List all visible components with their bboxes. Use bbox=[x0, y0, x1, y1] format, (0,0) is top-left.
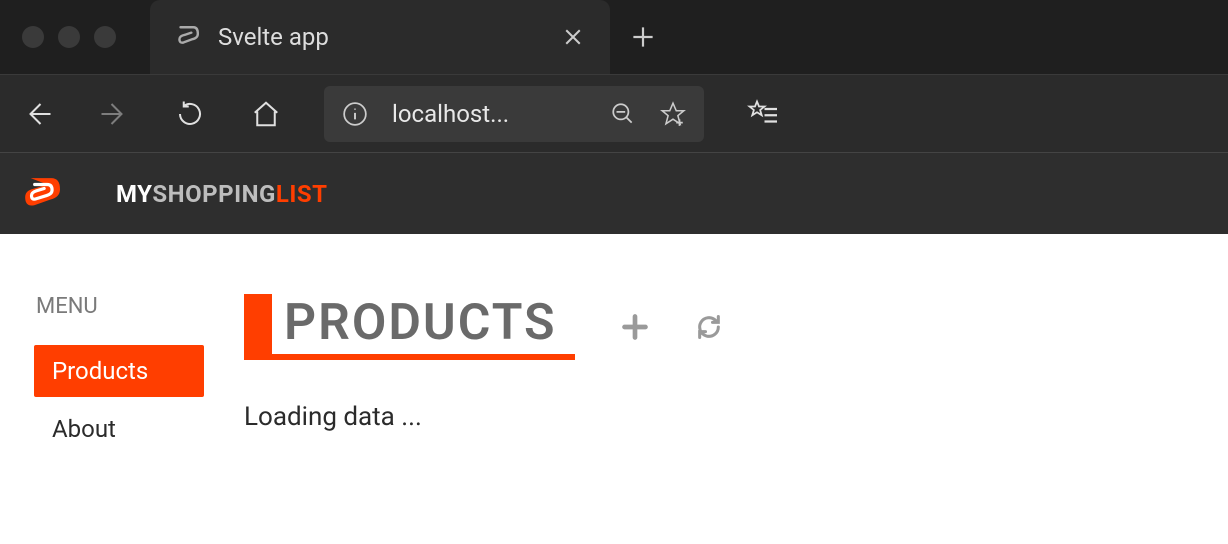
brand: MYSHOPPINGLIST bbox=[116, 180, 328, 208]
forward-button[interactable] bbox=[96, 96, 132, 132]
menu-heading: MENU bbox=[34, 294, 204, 319]
svelte-favicon-icon bbox=[174, 24, 200, 50]
site-info-icon[interactable] bbox=[342, 101, 368, 127]
sidebar-item-products[interactable]: Products bbox=[34, 345, 204, 397]
tab-close-icon[interactable] bbox=[564, 28, 582, 46]
zoom-out-icon[interactable] bbox=[610, 101, 636, 127]
brand-part-3: LIST bbox=[276, 180, 328, 208]
new-tab-button[interactable] bbox=[632, 26, 654, 48]
address-bar[interactable]: localhost... bbox=[324, 86, 704, 142]
svelte-logo-icon bbox=[22, 175, 60, 213]
window-controls bbox=[0, 26, 116, 48]
reload-button[interactable] bbox=[172, 96, 208, 132]
window-close-button[interactable] bbox=[22, 26, 44, 48]
window-minimize-button[interactable] bbox=[58, 26, 80, 48]
main: PRODUCTS Loading data ... bbox=[244, 294, 1198, 461]
sidebar-item-about[interactable]: About bbox=[34, 403, 204, 455]
page-title-block: PRODUCTS bbox=[244, 294, 575, 360]
address-text: localhost... bbox=[392, 100, 586, 128]
page-title: PRODUCTS bbox=[272, 294, 575, 354]
tab-strip: Svelte app bbox=[0, 0, 1228, 74]
app-header: MYSHOPPINGLIST bbox=[0, 152, 1228, 234]
favorites-list-icon[interactable] bbox=[744, 96, 780, 132]
page-title-row: PRODUCTS bbox=[244, 294, 1198, 360]
window-maximize-button[interactable] bbox=[94, 26, 116, 48]
loading-status: Loading data ... bbox=[244, 402, 1198, 432]
title-accent-bar bbox=[244, 294, 272, 354]
tab-svelte-app[interactable]: Svelte app bbox=[150, 0, 610, 74]
back-button[interactable] bbox=[20, 96, 56, 132]
favorite-add-icon[interactable] bbox=[660, 101, 686, 127]
brand-part-2: SHOPPING bbox=[152, 180, 276, 208]
sidebar: MENU Products About bbox=[34, 294, 204, 461]
brand-part-1: MY bbox=[116, 180, 152, 208]
tab-title: Svelte app bbox=[218, 23, 546, 51]
browser-toolbar: localhost... bbox=[0, 74, 1228, 152]
home-button[interactable] bbox=[248, 96, 284, 132]
browser-chrome: Svelte app localhost... bbox=[0, 0, 1228, 152]
add-product-button[interactable] bbox=[621, 313, 649, 341]
page-body: MENU Products About PRODUCTS Loading dat… bbox=[0, 234, 1228, 461]
refresh-button[interactable] bbox=[695, 313, 723, 341]
